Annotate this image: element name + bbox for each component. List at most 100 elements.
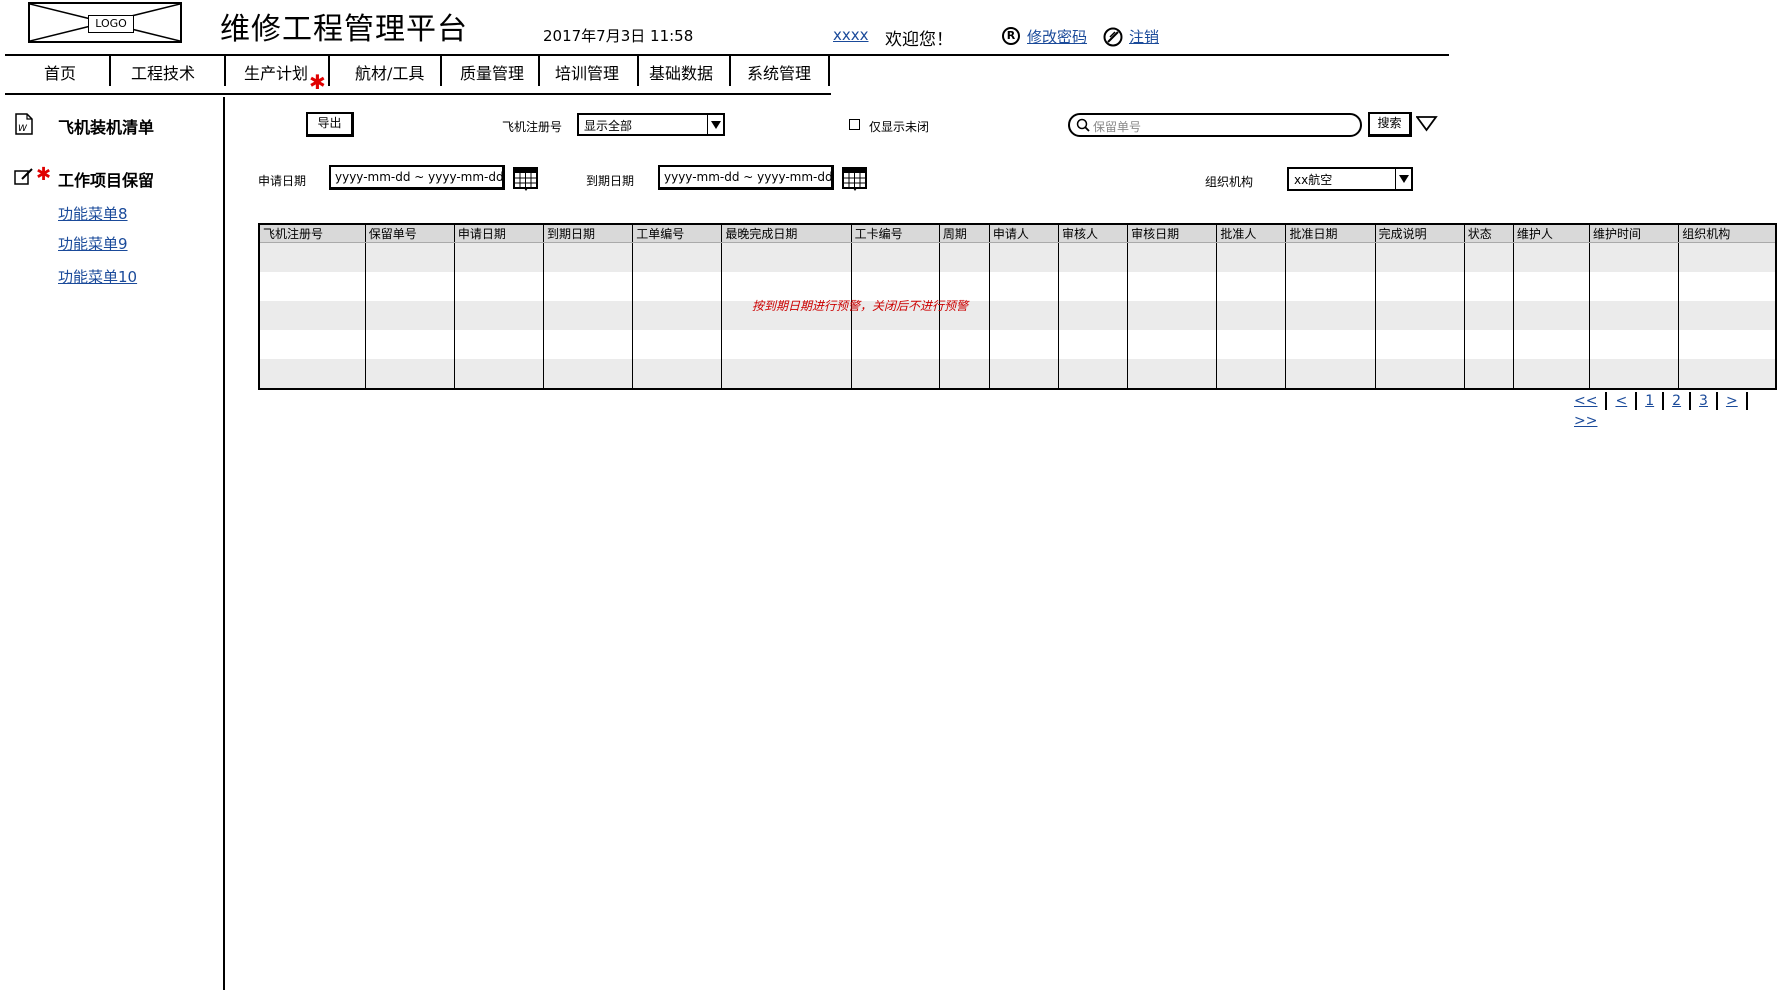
column-header[interactable]: 批准人: [1216, 224, 1286, 243]
nav-divider: [5, 93, 831, 95]
search-placeholder: 保留单号: [1093, 120, 1142, 134]
column-header[interactable]: 批准日期: [1285, 224, 1376, 243]
pager-separator: [1689, 391, 1692, 410]
sidebar-item-work-item-reserve[interactable]: 工作项目保留: [58, 167, 154, 191]
apply-date-input[interactable]: yyyy-mm-dd ~ yyyy-mm-dd: [329, 165, 505, 190]
pager-last[interactable]: >>: [1574, 413, 1597, 429]
reg-label: 飞机注册号: [502, 120, 563, 134]
change-password-link[interactable]: 修改密码: [1027, 26, 1087, 47]
reg-select[interactable]: 显示全部: [577, 113, 725, 136]
unclosed-checkbox[interactable]: [849, 119, 860, 130]
table-row[interactable]: [258, 272, 1776, 301]
pager-page[interactable]: 3: [1699, 393, 1708, 409]
sidebar-link-menu9[interactable]: 功能菜单9: [58, 233, 128, 254]
export-button[interactable]: 导出: [306, 112, 354, 137]
calendar-icon[interactable]: [513, 166, 539, 196]
column-header[interactable]: 工卡编号: [850, 224, 940, 243]
welcome-text: 欢迎您！: [885, 30, 953, 50]
chevron-down-icon: [707, 115, 723, 134]
org-label: 组织机构: [1205, 175, 1254, 189]
table-row[interactable]: [258, 242, 1776, 272]
column-header[interactable]: 维护时间: [1589, 224, 1679, 243]
data-table: 飞机注册号 保留单号 申请日期 到期日期 工单编号 最晚完成日期 工卡编号 周期…: [258, 223, 1777, 390]
edit-icon: [14, 167, 34, 191]
column-header[interactable]: 审核日期: [1127, 224, 1217, 243]
revise-icon: R: [1002, 27, 1020, 45]
nav-separator: [328, 56, 330, 86]
column-header[interactable]: 完成说明: [1374, 224, 1465, 243]
column-header[interactable]: 工单编号: [632, 224, 722, 243]
unclosed-label: 仅显示未闭: [869, 120, 930, 134]
pager-page[interactable]: 2: [1672, 393, 1681, 409]
pager-separator: [1745, 391, 1748, 410]
sidebar-link-menu8[interactable]: 功能菜单8: [58, 203, 128, 224]
nav-training[interactable]: 培训管理: [555, 60, 619, 84]
due-date-label: 到期日期: [586, 174, 635, 188]
nav-basic-data[interactable]: 基础数据: [649, 60, 713, 84]
asterisk-icon: ✱: [309, 70, 326, 94]
search-icon: [1076, 118, 1090, 132]
pager-first[interactable]: <<: [1574, 393, 1597, 409]
logout-icon: [1103, 27, 1123, 51]
table-header-row: 飞机注册号 保留单号 申请日期 到期日期 工单编号 最晚完成日期 工卡编号 周期…: [258, 224, 1776, 243]
nav-separator: [828, 56, 830, 86]
column-header[interactable]: 审核人: [1058, 224, 1128, 243]
sidebar-item-aircraft-list[interactable]: 飞机装机清单: [58, 114, 154, 138]
header-divider: [5, 54, 1449, 56]
table-row[interactable]: [258, 330, 1776, 359]
logo-text: LOGO: [88, 15, 134, 33]
document-icon: W: [14, 112, 34, 140]
nav-separator: [224, 56, 226, 86]
nav-quality[interactable]: 质量管理: [460, 60, 524, 84]
sidebar-link-menu10[interactable]: 功能菜单10: [58, 266, 137, 287]
nav-materials-tools[interactable]: 航材/工具: [355, 60, 424, 84]
nav-production-plan[interactable]: 生产计划: [244, 60, 308, 84]
pager-next[interactable]: >: [1726, 393, 1738, 409]
due-date-input[interactable]: yyyy-mm-dd ~ yyyy-mm-dd: [658, 165, 834, 190]
column-header[interactable]: 周期: [938, 224, 990, 243]
page-title: 维修工程管理平台: [220, 12, 468, 47]
datetime: 2017年7月3日 11:58: [543, 27, 694, 45]
nav-home[interactable]: 首页: [44, 60, 76, 84]
nav-engineering[interactable]: 工程技术: [131, 60, 195, 84]
pager-separator: [1635, 391, 1638, 410]
column-header[interactable]: 维护人: [1512, 224, 1590, 243]
column-header[interactable]: 申请日期: [453, 224, 544, 243]
table-row[interactable]: [258, 301, 1776, 330]
org-select[interactable]: xx航空: [1287, 167, 1413, 191]
svg-text:W: W: [18, 124, 28, 134]
column-header[interactable]: 到期日期: [543, 224, 633, 243]
filter-icon[interactable]: [1415, 116, 1438, 136]
warning-note: 按到期日期进行预警，关闭后不进行预警: [752, 299, 969, 313]
pagination: << <1 2 3 >>>: [1574, 390, 1777, 429]
pager-separator: [1715, 391, 1718, 410]
pager-separator: [1605, 391, 1608, 410]
column-header[interactable]: 状态: [1463, 224, 1514, 243]
logout-link[interactable]: 注销: [1129, 26, 1159, 47]
nav-separator: [109, 56, 111, 86]
nav-separator: [729, 56, 731, 86]
logo: LOGO: [28, 2, 182, 43]
asterisk-icon: ✱: [36, 164, 52, 185]
username-link[interactable]: xxxx: [833, 26, 869, 44]
nav-separator: [538, 56, 540, 86]
nav-separator: [637, 56, 639, 86]
nav-system[interactable]: 系统管理: [747, 60, 811, 84]
pager-separator: [1662, 391, 1665, 410]
org-select-value: xx航空: [1294, 173, 1333, 187]
pager-prev[interactable]: <: [1615, 393, 1627, 409]
sidebar-divider: [223, 97, 225, 990]
apply-date-label: 申请日期: [258, 174, 307, 188]
column-header[interactable]: 最晚完成日期: [721, 224, 852, 243]
calendar-icon[interactable]: [842, 166, 868, 196]
chevron-down-icon: [1395, 169, 1411, 189]
column-header[interactable]: 保留单号: [364, 224, 455, 243]
column-header[interactable]: 申请人: [988, 224, 1059, 243]
column-header[interactable]: 组织机构: [1678, 224, 1776, 243]
table-row[interactable]: [258, 359, 1776, 389]
search-button[interactable]: 搜索: [1368, 112, 1412, 137]
search-input[interactable]: 保留单号: [1068, 113, 1362, 137]
reg-select-value: 显示全部: [584, 119, 633, 133]
pager-page[interactable]: 1: [1645, 393, 1654, 409]
column-header[interactable]: 飞机注册号: [258, 224, 366, 243]
